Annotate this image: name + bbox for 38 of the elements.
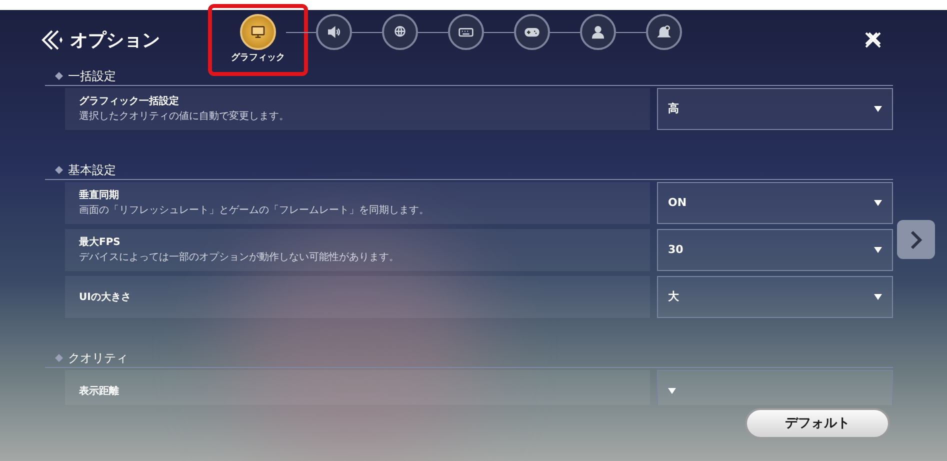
setting-title: 最大FPS bbox=[79, 236, 122, 250]
page-title: オプション bbox=[70, 28, 160, 52]
tab[interactable] bbox=[514, 14, 550, 50]
tab[interactable]: グラフィック bbox=[230, 14, 286, 66]
caret-icon bbox=[874, 200, 882, 206]
chevron-right-icon bbox=[909, 228, 923, 250]
caret-icon bbox=[874, 247, 882, 253]
setting-title: 垂直同期 bbox=[79, 188, 120, 203]
tab[interactable] bbox=[382, 14, 418, 50]
tab[interactable] bbox=[646, 14, 682, 50]
setting-title: UIの大きさ bbox=[79, 290, 132, 304]
speaker-icon bbox=[326, 24, 342, 40]
section-title: クオリティ bbox=[68, 350, 128, 366]
diamond-icon bbox=[55, 166, 63, 174]
setting-title: グラフィック一括設定 bbox=[79, 94, 180, 109]
caret-icon bbox=[874, 294, 882, 300]
setting-description: 選択したクオリティの値に自動で変更します。 bbox=[79, 110, 290, 124]
caret-icon bbox=[874, 106, 882, 112]
tab[interactable] bbox=[580, 14, 616, 50]
dropdown[interactable]: 30 bbox=[657, 229, 893, 271]
dropdown[interactable]: ON bbox=[657, 182, 893, 224]
tab[interactable] bbox=[448, 14, 484, 50]
setting-description: デバイスによっては一部のオプションが動作しない可能性があります。 bbox=[79, 250, 400, 265]
dropdown[interactable]: 高 bbox=[657, 88, 893, 130]
person-icon bbox=[590, 24, 606, 40]
section-title: 基本設定 bbox=[68, 162, 116, 178]
diamond-icon bbox=[55, 72, 63, 80]
next-page-button[interactable] bbox=[897, 220, 935, 259]
tab[interactable] bbox=[316, 14, 352, 50]
default-button[interactable]: デフォルト bbox=[745, 408, 890, 439]
section-title: 一括設定 bbox=[68, 68, 116, 84]
setting-title: 表示距離 bbox=[79, 384, 120, 398]
dropdown[interactable]: 大 bbox=[657, 276, 893, 318]
diamond-icon bbox=[55, 354, 63, 362]
bell-icon bbox=[656, 24, 672, 40]
setting-description: 画面の「リフレッシュレート」とゲームの「フレームレート」を同期します。 bbox=[79, 204, 430, 218]
caret-icon bbox=[668, 388, 676, 394]
monitor-icon bbox=[250, 24, 266, 40]
